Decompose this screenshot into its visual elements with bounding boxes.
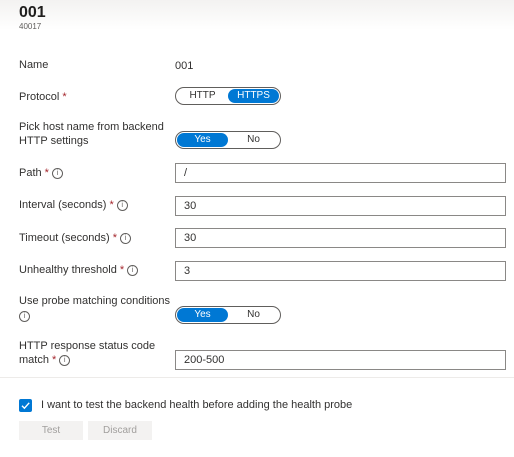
required-marker: * [112,232,117,244]
probe-matching-option-yes[interactable]: Yes [177,308,228,322]
unhealthy-threshold-field[interactable] [175,261,506,281]
divider [0,377,514,378]
required-marker: * [51,354,57,366]
info-icon[interactable]: i [119,233,131,244]
pick-host-option-no[interactable]: No [228,133,279,147]
pick-host-label: Pick host name from backend HTTP setting… [19,120,164,148]
required-marker: * [109,199,114,211]
required-marker: * [44,167,49,179]
info-icon[interactable]: i [59,355,71,366]
unhealthy-threshold-label-text: Unhealthy threshold [19,264,117,276]
protocol-option-http[interactable]: HTTP [177,89,228,103]
test-button[interactable]: Test [19,421,83,440]
interval-field[interactable] [175,196,506,216]
status-code-label: HTTP response status code match * i [19,339,155,367]
required-marker: * [119,264,125,276]
path-input[interactable] [176,164,505,182]
name-value: 001 [175,60,194,72]
info-icon[interactable]: i [127,265,139,276]
interval-label: Interval (seconds) * i [19,198,128,212]
name-label: Name [19,59,49,71]
test-backend-label: I want to test the backend health before… [41,399,353,411]
test-backend-checkbox[interactable] [19,399,32,412]
timeout-input[interactable] [176,229,505,247]
timeout-field[interactable] [175,228,506,248]
protocol-toggle[interactable]: HTTP HTTPS [175,87,281,105]
path-field[interactable] [175,163,506,183]
timeout-label-text: Timeout (seconds) [19,232,110,244]
page-title: 001 [19,4,46,21]
unhealthy-threshold-input[interactable] [176,262,505,280]
probe-matching-label-text: Use probe matching conditions [19,295,171,307]
interval-label-text: Interval (seconds) [19,199,107,211]
checkmark-icon [21,402,30,410]
info-icon[interactable]: i [116,200,128,211]
unhealthy-threshold-label: Unhealthy threshold * i [19,263,139,277]
pick-host-toggle[interactable]: Yes No [175,131,281,149]
header-background [0,0,514,30]
pick-host-label-line1: Pick host name from backend [19,121,164,133]
info-icon[interactable]: i [51,168,63,179]
required-marker: * [62,91,67,103]
protocol-option-https[interactable]: HTTPS [228,89,279,103]
interval-input[interactable] [176,197,505,215]
path-label-text: Path [19,167,42,179]
protocol-label: Protocol * [19,90,67,104]
status-code-input[interactable] [176,351,505,369]
probe-matching-toggle[interactable]: Yes No [175,306,281,324]
pick-host-option-yes[interactable]: Yes [177,133,228,147]
discard-button[interactable]: Discard [88,421,152,440]
status-code-label-line2: match [19,354,49,366]
info-icon[interactable]: i [19,311,30,322]
probe-matching-option-no[interactable]: No [228,308,279,322]
page-subtitle: 40017 [19,22,42,31]
pick-host-label-line2: HTTP settings [19,135,89,147]
protocol-label-text: Protocol [19,91,60,103]
status-code-label-line1: HTTP response status code [19,340,156,352]
probe-matching-label: Use probe matching conditions i [19,294,170,323]
timeout-label: Timeout (seconds) * i [19,231,131,245]
status-code-field[interactable] [175,350,506,370]
path-label: Path * i [19,166,63,180]
